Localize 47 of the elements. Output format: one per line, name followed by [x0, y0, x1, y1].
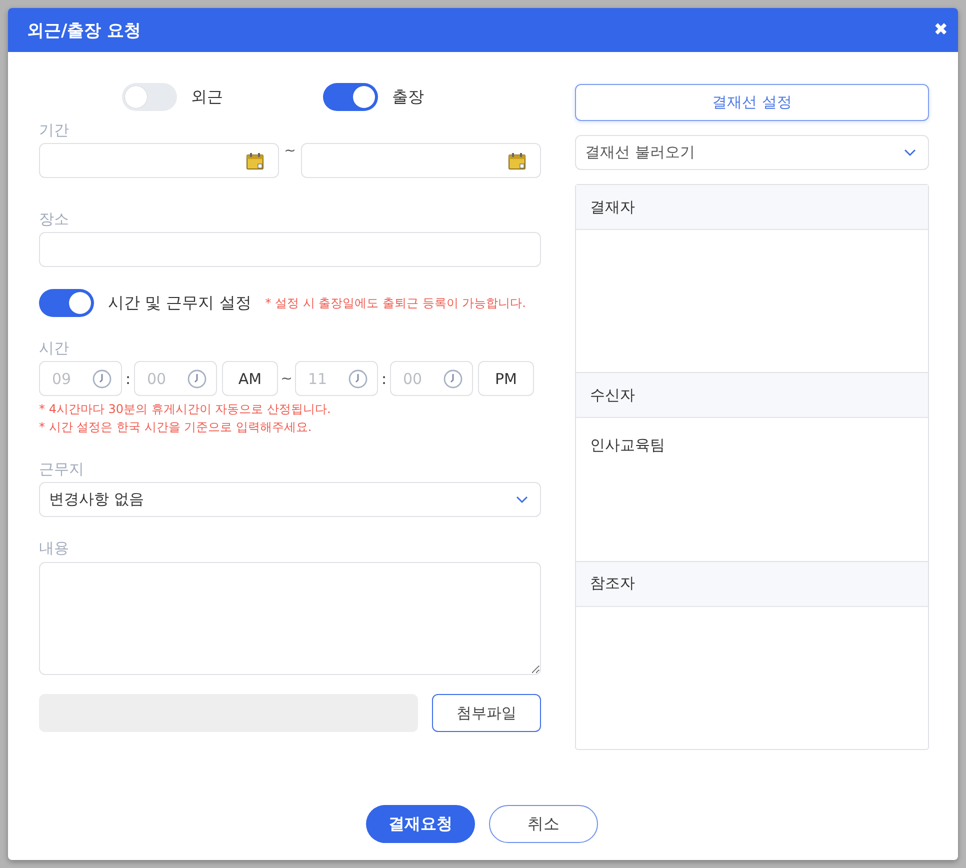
- close-button[interactable]: ✖: [934, 20, 948, 40]
- note-text: * 4시간마다 30분의 휴게시간이 자동으로 산정됩니다.: [39, 401, 331, 418]
- calendar-icon[interactable]: [508, 152, 526, 170]
- request-approval-button[interactable]: 결재요청: [366, 805, 475, 843]
- note-text: * 시간 설정은 한국 시간을 기준으로 입력해주세요.: [39, 419, 312, 436]
- meridiem-field[interactable]: PM: [478, 361, 534, 396]
- section-header: 참조자: [576, 562, 928, 607]
- toggle-label: 출장: [392, 86, 424, 108]
- attach-file-button[interactable]: 첨부파일: [432, 694, 541, 732]
- clock-icon[interactable]: [443, 369, 463, 389]
- toggle-label: 외근: [191, 86, 223, 108]
- clock-icon[interactable]: [92, 369, 112, 389]
- time-colon: :: [124, 370, 132, 388]
- time-colon: :: [380, 370, 388, 388]
- cancel-button[interactable]: 취소: [489, 805, 598, 843]
- field-label: 장소: [39, 210, 70, 228]
- clock-icon[interactable]: [348, 369, 368, 389]
- range-separator: ~: [283, 143, 297, 159]
- workplace-select[interactable]: 변경사항 없음: [39, 482, 541, 517]
- field-label: 기간: [39, 121, 70, 139]
- toggle-switch[interactable]: [39, 289, 94, 317]
- chevron-down-icon: [516, 496, 528, 504]
- chevron-down-icon: [904, 148, 916, 156]
- toggle-switch[interactable]: [323, 83, 378, 111]
- date-field[interactable]: [39, 143, 279, 178]
- meridiem-field[interactable]: AM: [222, 361, 278, 396]
- place-field[interactable]: [39, 232, 541, 267]
- date-field[interactable]: [301, 143, 541, 178]
- approval-line-button[interactable]: 결재선 설정: [575, 84, 929, 121]
- range-separator: ~: [280, 370, 294, 386]
- approval-line-select[interactable]: 결재선 불러오기: [575, 135, 929, 170]
- field-label: 근무지: [39, 460, 85, 478]
- time-field[interactable]: 09: [39, 361, 122, 396]
- field-label: 내용: [39, 539, 70, 557]
- calendar-icon[interactable]: [246, 152, 264, 170]
- dialog-title: 외근/출장 요청: [27, 20, 142, 42]
- time-field[interactable]: 00: [134, 361, 217, 396]
- time-field[interactable]: 11: [295, 361, 378, 396]
- time-field[interactable]: 00: [390, 361, 473, 396]
- note-text: * 설정 시 출장일에도 출퇴근 등록이 가능합니다.: [265, 294, 526, 312]
- recipient-item: 인사교육팀: [590, 436, 665, 456]
- toggle-label: 시간 및 근무지 설정: [108, 292, 252, 314]
- section-header: 수신자: [576, 373, 928, 418]
- clock-icon[interactable]: [187, 369, 207, 389]
- field-label: 시간: [39, 339, 70, 357]
- section-header: 결재자: [576, 185, 928, 230]
- toggle-switch[interactable]: [122, 83, 177, 111]
